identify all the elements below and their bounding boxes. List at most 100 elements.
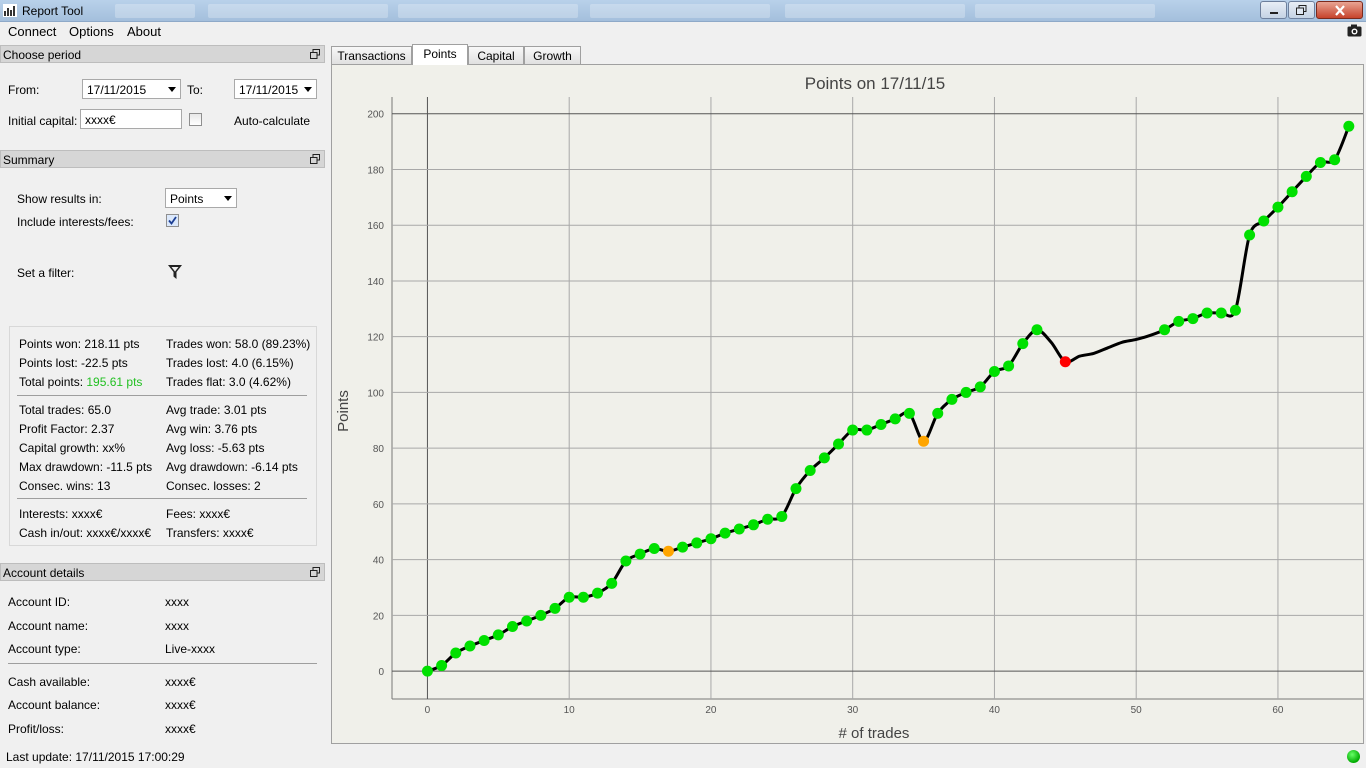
account-id-value: xxxx [165,595,189,609]
y-tick-label: 200 [367,110,384,121]
background-tab [785,4,965,18]
undock-icon[interactable] [310,49,320,59]
summary-title: Summary [3,153,55,167]
filter-funnel-icon[interactable] [167,264,183,280]
total-trades: Total trades: 65.0 [19,403,112,417]
menu-options[interactable]: Options [69,24,114,39]
win-trade-marker [1329,154,1341,166]
account-details-title: Account details [3,566,85,580]
avg-win: Avg win: 3.76 pts [166,422,258,436]
choose-period-header: Choose period [0,45,325,63]
app-chart-icon [3,4,17,17]
account-balance-label: Account balance: [8,698,101,712]
menu-connect[interactable]: Connect [8,24,56,39]
consec-losses: Consec. losses: 2 [166,479,261,493]
background-tab [208,4,388,18]
tab-transactions[interactable]: Transactions [331,46,412,64]
include-fees-checkbox[interactable] [166,214,179,227]
background-tab [975,4,1155,18]
show-results-select[interactable]: Points [165,188,237,208]
to-date-picker[interactable]: 17/11/2015 [234,79,317,99]
profit-factor: Profit Factor: 2.37 [19,422,115,436]
connection-status-indicator [1347,750,1360,763]
win-trade-marker [1017,338,1029,350]
tab-growth[interactable]: Growth [524,46,581,64]
initial-capital-value: xxxx€ [85,113,116,127]
summary-header: Summary [0,150,325,168]
account-divider [8,663,317,664]
include-fees-label: Include interests/fees: [17,215,134,229]
camera-icon[interactable] [1347,24,1362,37]
minimize-button[interactable] [1260,1,1287,19]
win-trade-marker [648,543,660,554]
win-trade-marker [974,381,986,393]
account-details-header: Account details [0,563,325,581]
win-trade-marker [776,510,788,522]
maximize-button[interactable] [1288,1,1315,19]
interests: Interests: xxxx€ [19,507,103,521]
win-trade-marker [875,418,887,430]
y-tick-label: 100 [367,388,384,399]
menu-bar: Connect Options About [0,22,1366,42]
x-tick-label: 40 [989,705,1001,716]
flat-trade-marker [662,545,674,557]
to-label: To: [187,83,204,97]
win-trade-marker [932,407,944,419]
win-trade-marker [677,541,689,553]
win-trade-marker [818,452,830,464]
win-trade-marker [833,438,845,450]
fees: Fees: xxxx€ [166,507,231,521]
choose-period-title: Choose period [3,48,82,62]
win-trade-marker [1159,324,1171,336]
undock-icon[interactable] [310,154,320,164]
profit-loss-value: xxxx€ [165,722,196,736]
points-lost: Points lost: -22.5 pts [19,356,128,370]
from-date-picker[interactable]: 17/11/2015 [82,79,181,99]
win-trade-marker [705,533,717,545]
status-bar: Last update: 17/11/2015 17:00:29 [0,746,1366,768]
auto-calculate-checkbox[interactable] [189,113,202,126]
points-chart: Points on 17/11/15 0 10 20 30 40 50 60 0 20 40 60 8… [335,74,1363,742]
x-tick-label: 10 [564,705,576,716]
chevron-down-icon [168,87,176,92]
flat-trade-marker [918,435,930,447]
background-tab [115,4,195,18]
tab-points[interactable]: Points [412,44,468,65]
window-title-bar[interactable]: Report Tool [0,0,1366,22]
cash-available-value: xxxx€ [165,675,196,689]
points-chart-panel: Points on 17/11/15 0 10 20 30 40 50 60 0 20 40 60 8… [331,64,1364,744]
initial-capital-input[interactable]: xxxx€ [80,109,182,129]
win-trade-marker [535,609,547,621]
win-trade-marker [1244,229,1256,241]
account-type-value: Live-xxxx [165,642,216,656]
account-name-label: Account name: [8,619,89,633]
restore-icon [1296,5,1307,15]
auto-calculate-label: Auto-calculate [234,114,311,128]
show-results-value: Points [170,192,204,206]
win-trade-marker [1286,186,1298,198]
undock-icon[interactable] [310,567,320,577]
win-trade-marker [1229,304,1241,316]
y-tick-label: 120 [367,333,384,344]
y-tick-label: 180 [367,165,384,176]
cash-available-label: Cash available: [8,675,91,689]
trades-won: Trades won: 58.0 (89.23%) [166,337,311,351]
y-tick-label: 160 [367,221,384,232]
win-trade-marker [946,393,958,405]
chevron-down-icon [304,87,312,92]
win-trade-marker [903,407,915,419]
tab-capital[interactable]: Capital [468,46,524,64]
win-trade-marker [1031,324,1043,336]
win-trade-marker [847,424,859,436]
from-label: From: [8,83,40,97]
close-button[interactable] [1316,1,1363,19]
menu-about[interactable]: About [127,24,161,39]
win-trade-marker [747,519,759,531]
x-tick-label: 50 [1131,705,1143,716]
win-trade-marker [1300,170,1312,182]
win-trade-marker [1215,307,1227,319]
checkmark-icon [167,215,178,226]
win-trade-marker [606,577,618,589]
total-points-value: 195.61 pts [86,375,143,389]
last-update-text: Last update: 17/11/2015 17:00:29 [6,750,185,764]
